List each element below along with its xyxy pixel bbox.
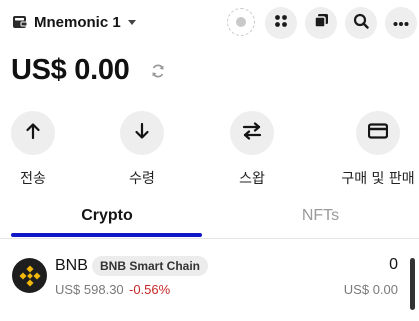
- swap-label: 스왑: [239, 171, 265, 187]
- buy-sell-button[interactable]: [356, 111, 400, 155]
- copy-button[interactable]: [305, 7, 337, 39]
- arrow-down-icon: [133, 122, 151, 145]
- buy-sell-label: 구매 및 판매: [341, 171, 415, 187]
- swap-button[interactable]: [230, 111, 274, 155]
- apps-grid-icon: [274, 14, 288, 33]
- asset-row-bnb[interactable]: [0, 240, 408, 310]
- send-action[interactable]: 전송: [0, 111, 73, 188]
- buy-sell-action[interactable]: 구매 및 판매: [338, 111, 418, 188]
- tab-divider: [0, 238, 419, 239]
- search-button[interactable]: [345, 7, 377, 39]
- chevron-down-icon: [127, 17, 137, 27]
- more-icon: [393, 14, 409, 32]
- wallet-icon: [12, 14, 28, 30]
- apps-button[interactable]: [265, 7, 297, 39]
- tab-nfts[interactable]: NFTs: [222, 207, 419, 225]
- card-icon: [367, 122, 389, 144]
- asset-amount: 0: [389, 256, 398, 273]
- active-tab-indicator: [11, 233, 202, 237]
- asset-change: -0.56%: [129, 282, 171, 297]
- more-button[interactable]: [385, 7, 417, 39]
- refresh-icon[interactable]: [150, 63, 166, 79]
- receive-action[interactable]: 수령: [102, 111, 182, 188]
- bnb-logo-icon: [12, 258, 47, 293]
- swap-icon: [242, 121, 262, 145]
- status-dot-icon: [227, 8, 255, 36]
- search-icon: [353, 13, 369, 34]
- asset-price: US$ 598.30: [55, 282, 124, 297]
- send-label: 전송: [20, 171, 46, 187]
- wallet-name: Mnemonic 1: [34, 13, 121, 31]
- chain-badge: BNB Smart Chain: [92, 256, 209, 276]
- send-button[interactable]: [11, 111, 55, 155]
- asset-symbol: BNB: [55, 257, 88, 274]
- total-balance: US$ 0.00: [11, 54, 130, 86]
- receive-button[interactable]: [120, 111, 164, 155]
- asset-value: US$ 0.00: [343, 282, 398, 297]
- receive-label: 수령: [129, 171, 155, 187]
- wallet-switcher[interactable]: Mnemonic 1: [12, 11, 137, 33]
- scrollbar[interactable]: [410, 258, 415, 310]
- arrow-up-icon: [24, 122, 42, 145]
- copy-icon: [313, 13, 329, 33]
- tab-crypto[interactable]: Crypto: [12, 207, 202, 225]
- swap-action[interactable]: 스왑: [212, 111, 292, 188]
